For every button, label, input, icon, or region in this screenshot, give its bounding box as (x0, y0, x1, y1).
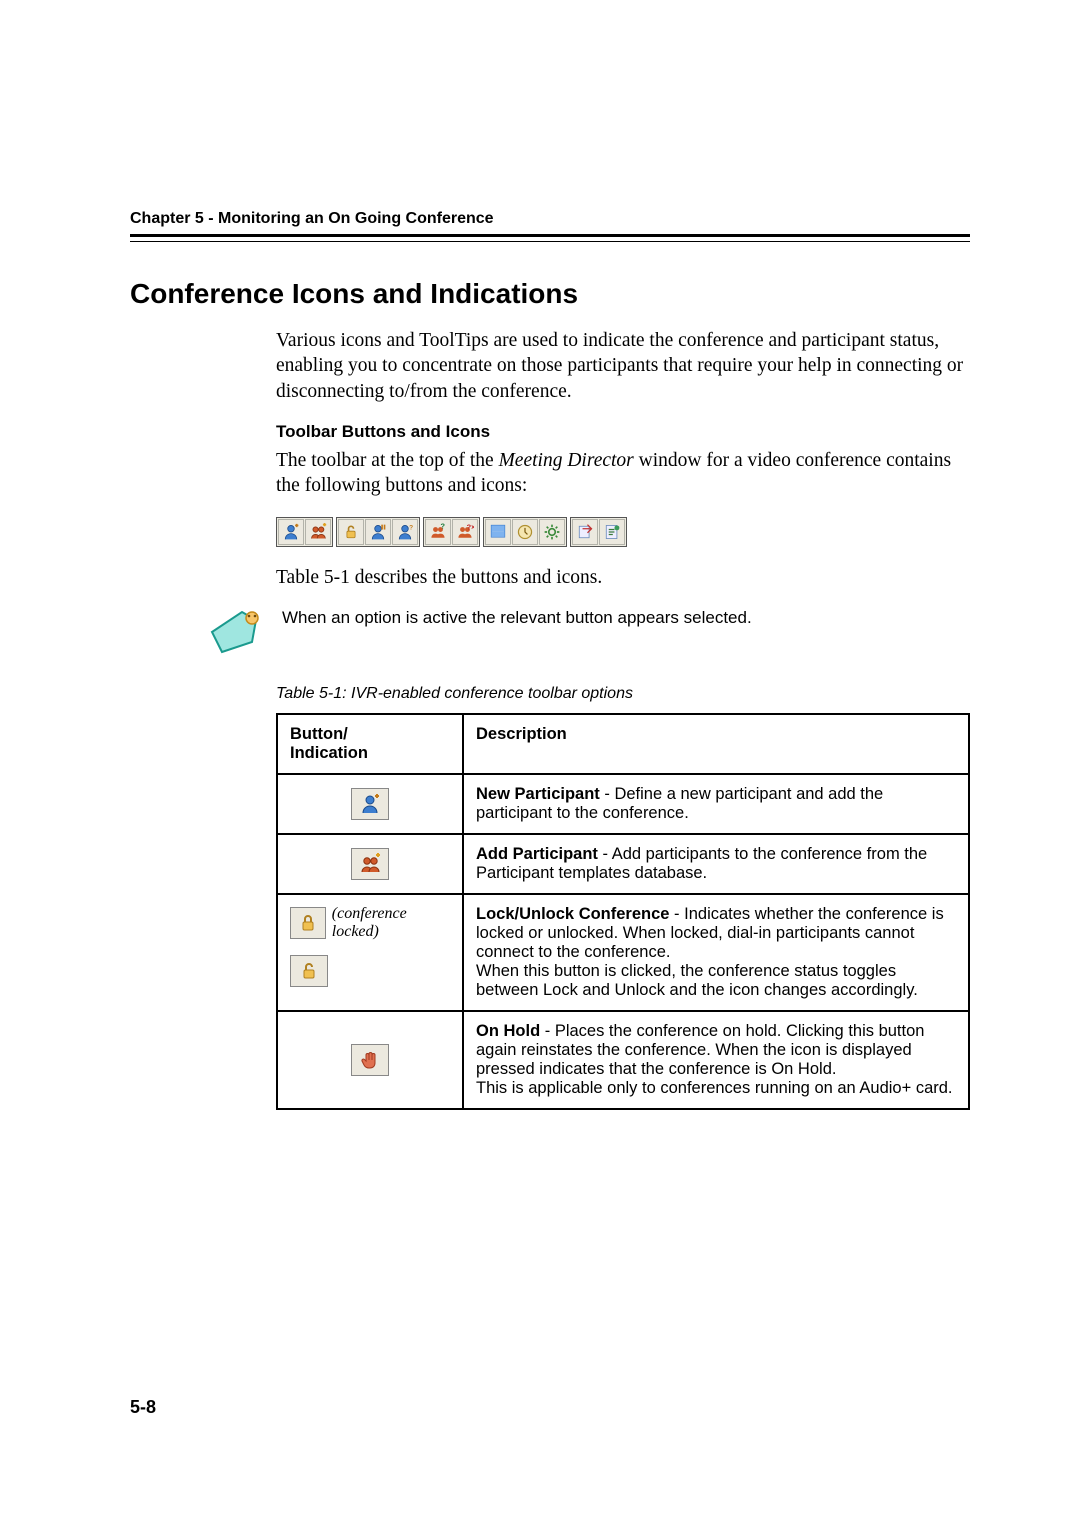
table-row: (conference locked) Lock/Unlock Conferenc… (277, 894, 969, 1011)
export-icon[interactable] (572, 519, 598, 545)
desc-title: Add Participant (476, 845, 598, 863)
layout-icon[interactable] (485, 519, 511, 545)
sub-heading: Toolbar Buttons and Icons (276, 422, 970, 442)
table-row: On Hold - Places the conference on hold.… (277, 1011, 969, 1109)
toolbar-sentence-pre: The toolbar at the top of the (276, 450, 499, 471)
unlock-icon[interactable] (338, 519, 364, 545)
add-participant-icon[interactable] (305, 519, 331, 545)
participant-q2-icon[interactable] (452, 519, 478, 545)
note-text: When an option is active the relevant bu… (282, 608, 752, 628)
toolbar-group (336, 517, 420, 547)
desc-cell: On Hold - Places the conference on hold.… (463, 1011, 969, 1109)
new-participant-icon (351, 788, 389, 820)
lock-label: (conference locked) (332, 905, 450, 941)
table-caption: Table 5-1: IVR-enabled conference toolba… (276, 685, 970, 703)
toolbar-sentence: The toolbar at the top of the Meeting Di… (276, 448, 970, 499)
add-participant-icon (351, 848, 389, 880)
toolbar (276, 517, 970, 547)
page-number: 5-8 (130, 1397, 156, 1418)
desc-title: New Participant (476, 785, 600, 803)
col-button: Button/Indication (277, 714, 463, 774)
toolbar-group (423, 517, 480, 547)
table-row: Add Participant - Add participants to th… (277, 834, 969, 894)
new-participant-icon[interactable] (278, 519, 304, 545)
section-title: Conference Icons and Indications (130, 278, 970, 310)
report-icon[interactable] (599, 519, 625, 545)
desc-title: Lock/Unlock Conference (476, 905, 669, 923)
lock-icon (290, 907, 326, 939)
desc-title: On Hold (476, 1022, 540, 1040)
unlock-icon (290, 955, 328, 987)
toolbar-group (483, 517, 567, 547)
table-row: New Participant - Define a new participa… (277, 774, 969, 834)
note-icon (208, 608, 264, 659)
thin-rule (130, 241, 970, 242)
toolbar-group (276, 517, 333, 547)
after-toolbar-sentence: Table 5-1 describes the buttons and icon… (276, 565, 970, 590)
icon-cell (277, 834, 463, 894)
options-table: Button/Indication Description New Partic… (276, 713, 970, 1110)
participant-q1-icon[interactable] (425, 519, 451, 545)
chapter-header: Chapter 5 - Monitoring an On Going Confe… (130, 210, 970, 228)
desc-cell: Add Participant - Add participants to th… (463, 834, 969, 894)
secure-icon[interactable] (392, 519, 418, 545)
settings-icon[interactable] (539, 519, 565, 545)
on-hold-hand-icon (351, 1044, 389, 1076)
intro-paragraph: Various icons and ToolTips are used to i… (276, 328, 970, 404)
icon-cell (277, 774, 463, 834)
icon-cell: (conference locked) (277, 894, 463, 1011)
desc-cell: New Participant - Define a new participa… (463, 774, 969, 834)
col-desc: Description (463, 714, 969, 774)
icon-cell (277, 1011, 463, 1109)
meeting-director-em: Meeting Director (499, 450, 634, 471)
on-hold-icon[interactable] (365, 519, 391, 545)
clock-icon[interactable] (512, 519, 538, 545)
toolbar-group (570, 517, 627, 547)
desc-cell: Lock/Unlock Conference - Indicates wheth… (463, 894, 969, 1011)
heavy-rule (130, 234, 970, 237)
